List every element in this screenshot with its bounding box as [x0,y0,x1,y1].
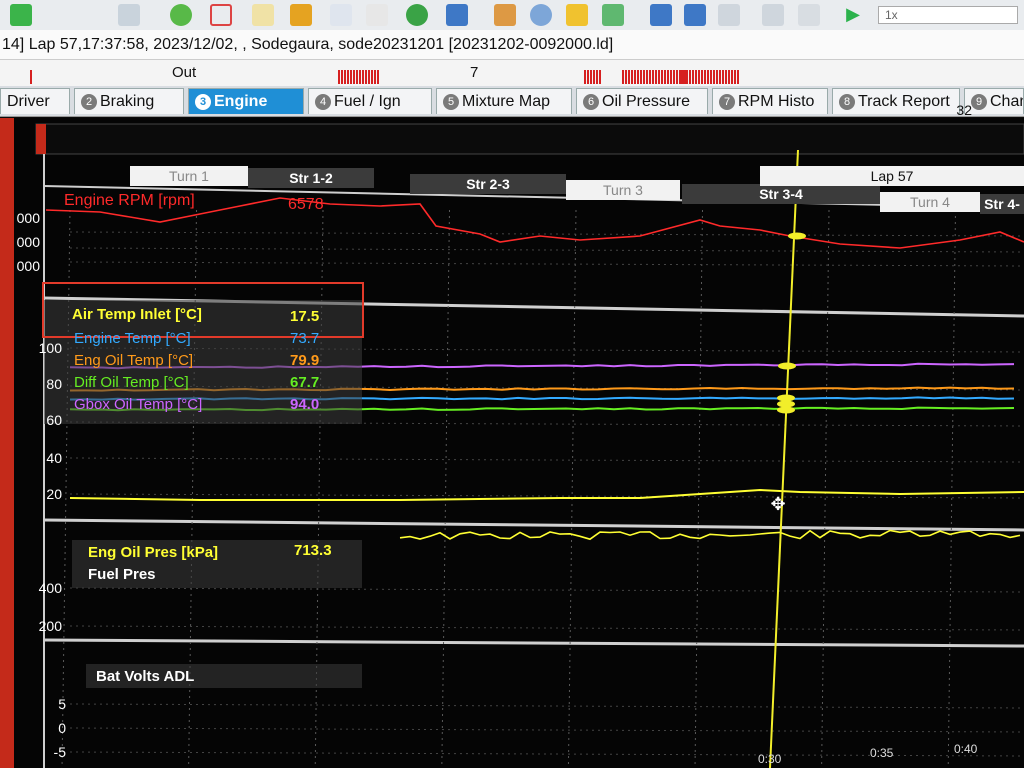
rpm-axis-tick: 000 [16,234,40,250]
engine-rpm-label[interactable]: Engine RPM [rpm] [64,192,195,210]
temp-axis-tick: 20 [46,486,62,502]
air-temp-inlet-trace [69,488,1024,501]
air-temp-inlet-label[interactable]: Air Temp Inlet [°C] [72,306,202,323]
pane-separator [43,638,1024,648]
engine-temp-label[interactable]: Engine Temp [°C] [74,330,191,347]
pres-axis-tick: 200 [38,618,62,634]
time-axis-tick: 0:40 [954,742,978,756]
bat-volts-label[interactable]: Bat Volts ADL [96,668,194,685]
plot-header-marker [36,124,46,154]
grid-line-h [69,703,1024,709]
engine-rpm-value: 6578 [288,196,324,213]
grid-line-v [441,209,450,768]
grid-line-h [69,457,1024,463]
eng-oil-pres-label[interactable]: Eng Oil Pres [kPa] [88,544,218,561]
eng-oil-temp-label[interactable]: Eng Oil Temp [°C] [74,352,193,369]
sector-str-2-3: Str 2-3 [410,174,566,194]
sector-turn-4: Turn 4 [880,192,980,212]
cursor-marker [777,400,795,408]
temp-axis-tick: 60 [46,412,62,428]
grid-line-h [69,247,1024,253]
volts-axis-tick: -5 [53,744,66,760]
sector-str-4: Str 4- [980,194,1024,214]
rpm-axis-tick: 000 [16,258,40,274]
temp-axis-tick: 80 [46,376,62,392]
grid-line-h [69,261,1024,267]
cursor-marker [777,406,795,414]
sector-turn-1: Turn 1 [130,166,248,186]
cursor-marker [788,232,806,240]
grid-line-h [69,727,1024,733]
gbox-oil-temp-label[interactable]: Gbox Oil Temp [°C] [74,396,202,413]
grid-line-v [821,209,830,768]
time-axis-tick: 0:30 [758,752,782,766]
grid-line-h [69,625,1024,631]
lap-57-label: Lap 57 [760,166,1024,186]
fuel-pres-label[interactable]: Fuel Pres [88,566,156,583]
grid-line-h [69,587,1024,593]
pane-separator [43,518,1024,532]
diff-oil-temp-value: 67.7 [290,374,320,391]
eng-oil-pres-value: 713.3 [294,542,332,559]
temp-axis-tick: 40 [46,450,62,466]
diff-oil-temp-label[interactable]: Diff Oil Temp [°C] [74,374,189,391]
temp-axis-tick: 100 [38,340,62,356]
volts-axis-tick: 0 [58,720,66,736]
grid-line-h [69,231,1024,237]
time-axis-tick: 0:35 [870,746,894,760]
sector-turn-3: Turn 3 [566,180,680,200]
air-temp-inlet-value: 17.5 [290,308,320,325]
eng-oil-pres-trace [399,529,1021,541]
sector-str-1-2: Str 1-2 [248,168,374,188]
cursor-marker [778,362,796,370]
sector-str-3-4: Str 3-4 [682,184,880,204]
gbox-oil-temp-value: 94.0 [290,396,320,413]
grid-line-v [694,209,703,768]
grid-line-v [567,209,577,768]
time-cursor[interactable] [769,149,799,768]
move-cursor-icon: ✥ [770,494,786,515]
eng-oil-temp-value: 79.9 [290,352,320,369]
engine-temp-value: 73.7 [290,330,320,347]
plot-header-strip [35,123,1024,155]
volts-axis-tick: 5 [58,696,66,712]
grid-line-v [947,209,956,768]
cursor-markers [777,232,806,414]
cursor-marker [777,394,795,402]
pres-axis-tick: 400 [38,580,62,596]
rpm-axis-tick: 000 [16,210,40,226]
